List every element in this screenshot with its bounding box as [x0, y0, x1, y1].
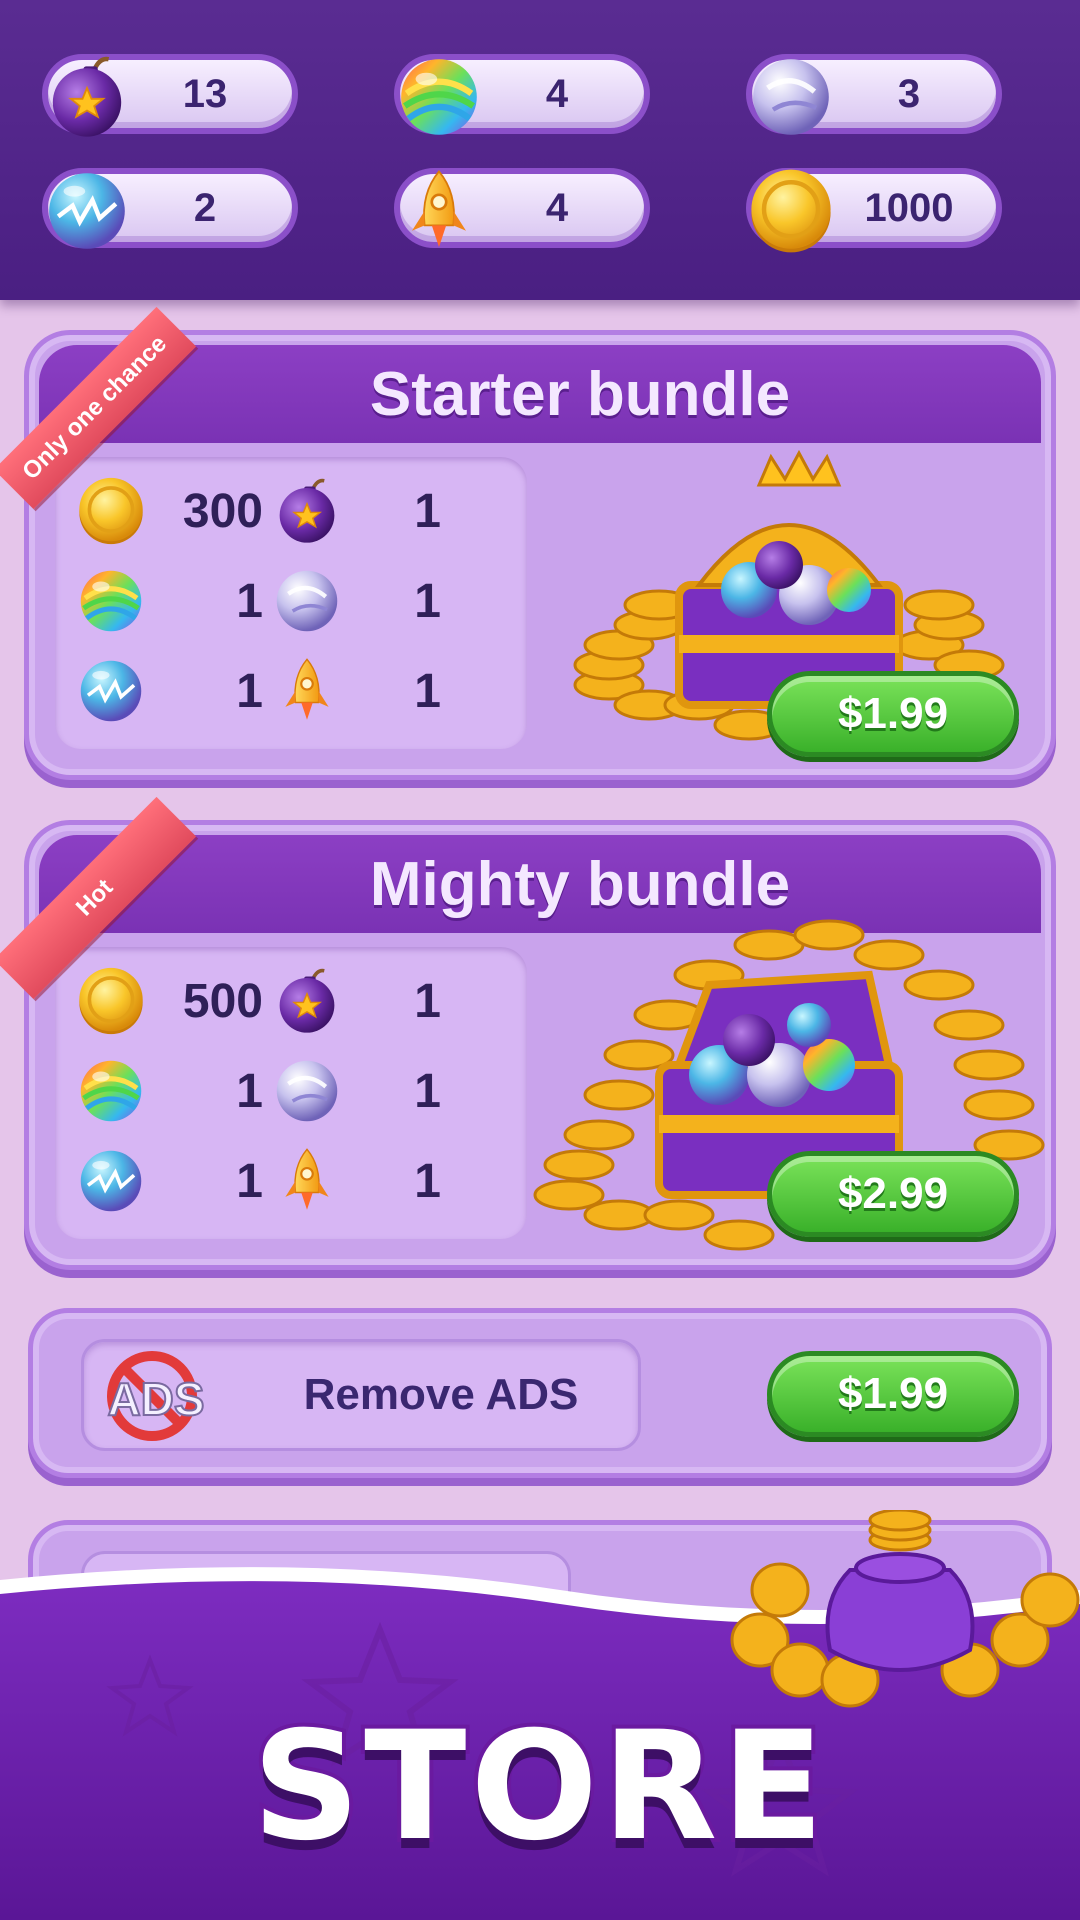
inventory-rainbow-ball[interactable]: 4: [394, 54, 650, 134]
bundle-item: 1: [271, 961, 471, 1041]
rocket-icon: [271, 655, 343, 727]
lightning-ball-icon: [75, 655, 147, 727]
inventory-count: 4: [545, 71, 569, 116]
remove-ads-box: ADS Remove ADS: [81, 1339, 641, 1451]
remove-ads-buy-button[interactable]: $1.99: [767, 1351, 1019, 1437]
bundle-item: 1: [75, 1141, 275, 1221]
item-quantity: 1: [414, 664, 441, 718]
bundle-item: 1: [271, 471, 471, 551]
store-title: STORE: [248, 1696, 828, 1878]
remove-ads-panel: ADS Remove ADS $1.99: [28, 1308, 1052, 1478]
bundle-item: 1: [271, 561, 471, 641]
mighty-bundle-contents: 500 1 1 1 1 1: [55, 947, 527, 1239]
item-quantity: 1: [414, 1064, 441, 1118]
bundle-item: 1: [75, 651, 275, 731]
item-quantity: 1: [414, 574, 441, 628]
inventory-coins[interactable]: 1000: [746, 168, 1002, 248]
inventory-bomb[interactable]: 13: [42, 54, 298, 134]
silver-ball-icon: [271, 1055, 343, 1127]
inventory-count: 2: [193, 185, 217, 230]
item-quantity: 1: [414, 484, 441, 538]
inventory-count: 3: [897, 71, 921, 116]
coin-icon: [75, 965, 147, 1037]
starter-buy-button[interactable]: $1.99: [767, 671, 1019, 757]
bundle-item: 1: [75, 561, 275, 641]
inventory-silver-ball[interactable]: 3: [746, 54, 1002, 134]
item-quantity: 1: [236, 1064, 263, 1118]
coin-bag-icon: [730, 1510, 1080, 1708]
starter-bundle-header: Starter bundle: [39, 345, 1041, 443]
mighty-buy-button[interactable]: $2.99: [767, 1151, 1019, 1237]
bundle-item: 1: [271, 1141, 471, 1221]
ads-icon-text: ADS: [106, 1372, 205, 1426]
inventory-lightning-ball[interactable]: 2: [42, 168, 298, 248]
bundle-item: 300: [75, 471, 275, 551]
rainbow-ball-icon: [75, 1055, 147, 1127]
bomb-icon: [271, 965, 343, 1037]
inventory-bar: [0, 0, 1080, 300]
bundle-item: 1: [271, 1051, 471, 1131]
item-quantity: 500: [182, 974, 263, 1028]
item-quantity: 1: [414, 1154, 441, 1208]
starter-bundle-panel: Starter bundle 300 1 1 1 1 1 $1.99: [24, 330, 1056, 780]
inventory-rocket[interactable]: 4: [394, 168, 650, 248]
bundle-item: 1: [75, 1051, 275, 1131]
starter-bundle-contents: 300 1 1 1 1 1: [55, 457, 527, 749]
item-quantity: 300: [182, 484, 263, 538]
lightning-ball-icon: [75, 1145, 147, 1217]
item-quantity: 1: [236, 664, 263, 718]
starter-bundle-title: Starter bundle: [369, 359, 791, 429]
inventory-count: 13: [182, 71, 228, 116]
bundle-item: 500: [75, 961, 275, 1041]
mighty-bundle-panel: Mighty bundle 500 1 1 1 1 1 $2.99: [24, 820, 1056, 1270]
remove-ads-label: Remove ADS: [303, 1370, 579, 1419]
inventory-count: 1000: [864, 185, 954, 230]
silver-ball-icon: [271, 565, 343, 637]
coin-icon: [75, 475, 147, 547]
item-quantity: 1: [414, 974, 441, 1028]
item-quantity: 1: [236, 1154, 263, 1208]
rocket-icon: [271, 1145, 343, 1217]
bomb-icon: [271, 475, 343, 547]
item-quantity: 1: [236, 574, 263, 628]
inventory-count: 4: [545, 185, 569, 230]
bundle-item: 1: [271, 651, 471, 731]
rainbow-ball-icon: [75, 565, 147, 637]
